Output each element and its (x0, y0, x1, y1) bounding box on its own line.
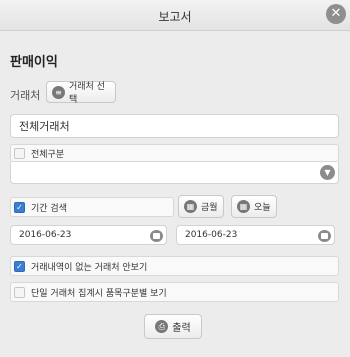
category-label: 전체구분 (31, 149, 65, 160)
report-panel: 판매이익 거래처 ≡ 거래처 선택 전체거래처 전체구분 ▼ ✓ 기간 검색 ▦… (0, 31, 350, 357)
option-checkbox[interactable]: ✓ (14, 260, 25, 272)
option-hide-inactive[interactable]: ✓ 거래내역이 없는 거래처 안보기 (10, 256, 339, 276)
chevron-down-icon[interactable]: ▼ (320, 165, 335, 180)
client-field-value: 전체거래처 (19, 120, 70, 133)
start-date-input[interactable]: 2016-06-23 (10, 225, 167, 245)
print-icon: ⎙ (155, 320, 169, 333)
category-checkbox[interactable] (14, 147, 25, 159)
print-button-label: 출력 (172, 323, 191, 334)
option-label: 거래내역이 없는 거래처 안보기 (31, 262, 148, 273)
calendar-icon: ▦ (184, 200, 197, 213)
today-button[interactable]: ▦ 오늘 (231, 195, 277, 218)
select-client-button-label: 거래처 선택 (69, 82, 105, 105)
section-title: 판매이익 (10, 55, 58, 70)
window-titlebar: 보고서 ✕ (0, 0, 350, 31)
option-label: 단일 거래처 집계시 품목구분별 보기 (31, 288, 167, 299)
this-month-button[interactable]: ▦ 금월 (178, 195, 224, 218)
print-button[interactable]: ⎙ 출력 (144, 314, 202, 339)
option-checkbox[interactable] (14, 286, 25, 298)
client-label: 거래처 (10, 89, 41, 102)
today-label: 오늘 (254, 203, 271, 213)
close-icon[interactable]: ✕ (326, 4, 346, 24)
category-select[interactable]: ▼ (10, 162, 339, 184)
end-date-input[interactable]: 2016-06-23 (176, 225, 335, 245)
start-date-value: 2016-06-23 (19, 230, 72, 240)
period-label: 기간 검색 (31, 203, 67, 214)
this-month-label: 금월 (201, 203, 218, 213)
calendar-icon[interactable] (150, 230, 163, 242)
period-row[interactable]: ✓ 기간 검색 (10, 197, 174, 217)
end-date-value: 2016-06-23 (185, 230, 238, 240)
calendar-icon: ▦ (237, 200, 250, 213)
category-row[interactable]: 전체구분 (10, 144, 339, 162)
calendar-icon[interactable] (318, 230, 331, 242)
option-group-by-category[interactable]: 단일 거래처 집계시 품목구분별 보기 (10, 282, 339, 302)
select-client-button[interactable]: ≡ 거래처 선택 (46, 81, 116, 105)
window-title: 보고서 (158, 10, 192, 24)
list-icon: ≡ (52, 85, 65, 99)
client-field[interactable]: 전체거래처 (10, 114, 339, 138)
period-checkbox[interactable]: ✓ (14, 201, 25, 213)
